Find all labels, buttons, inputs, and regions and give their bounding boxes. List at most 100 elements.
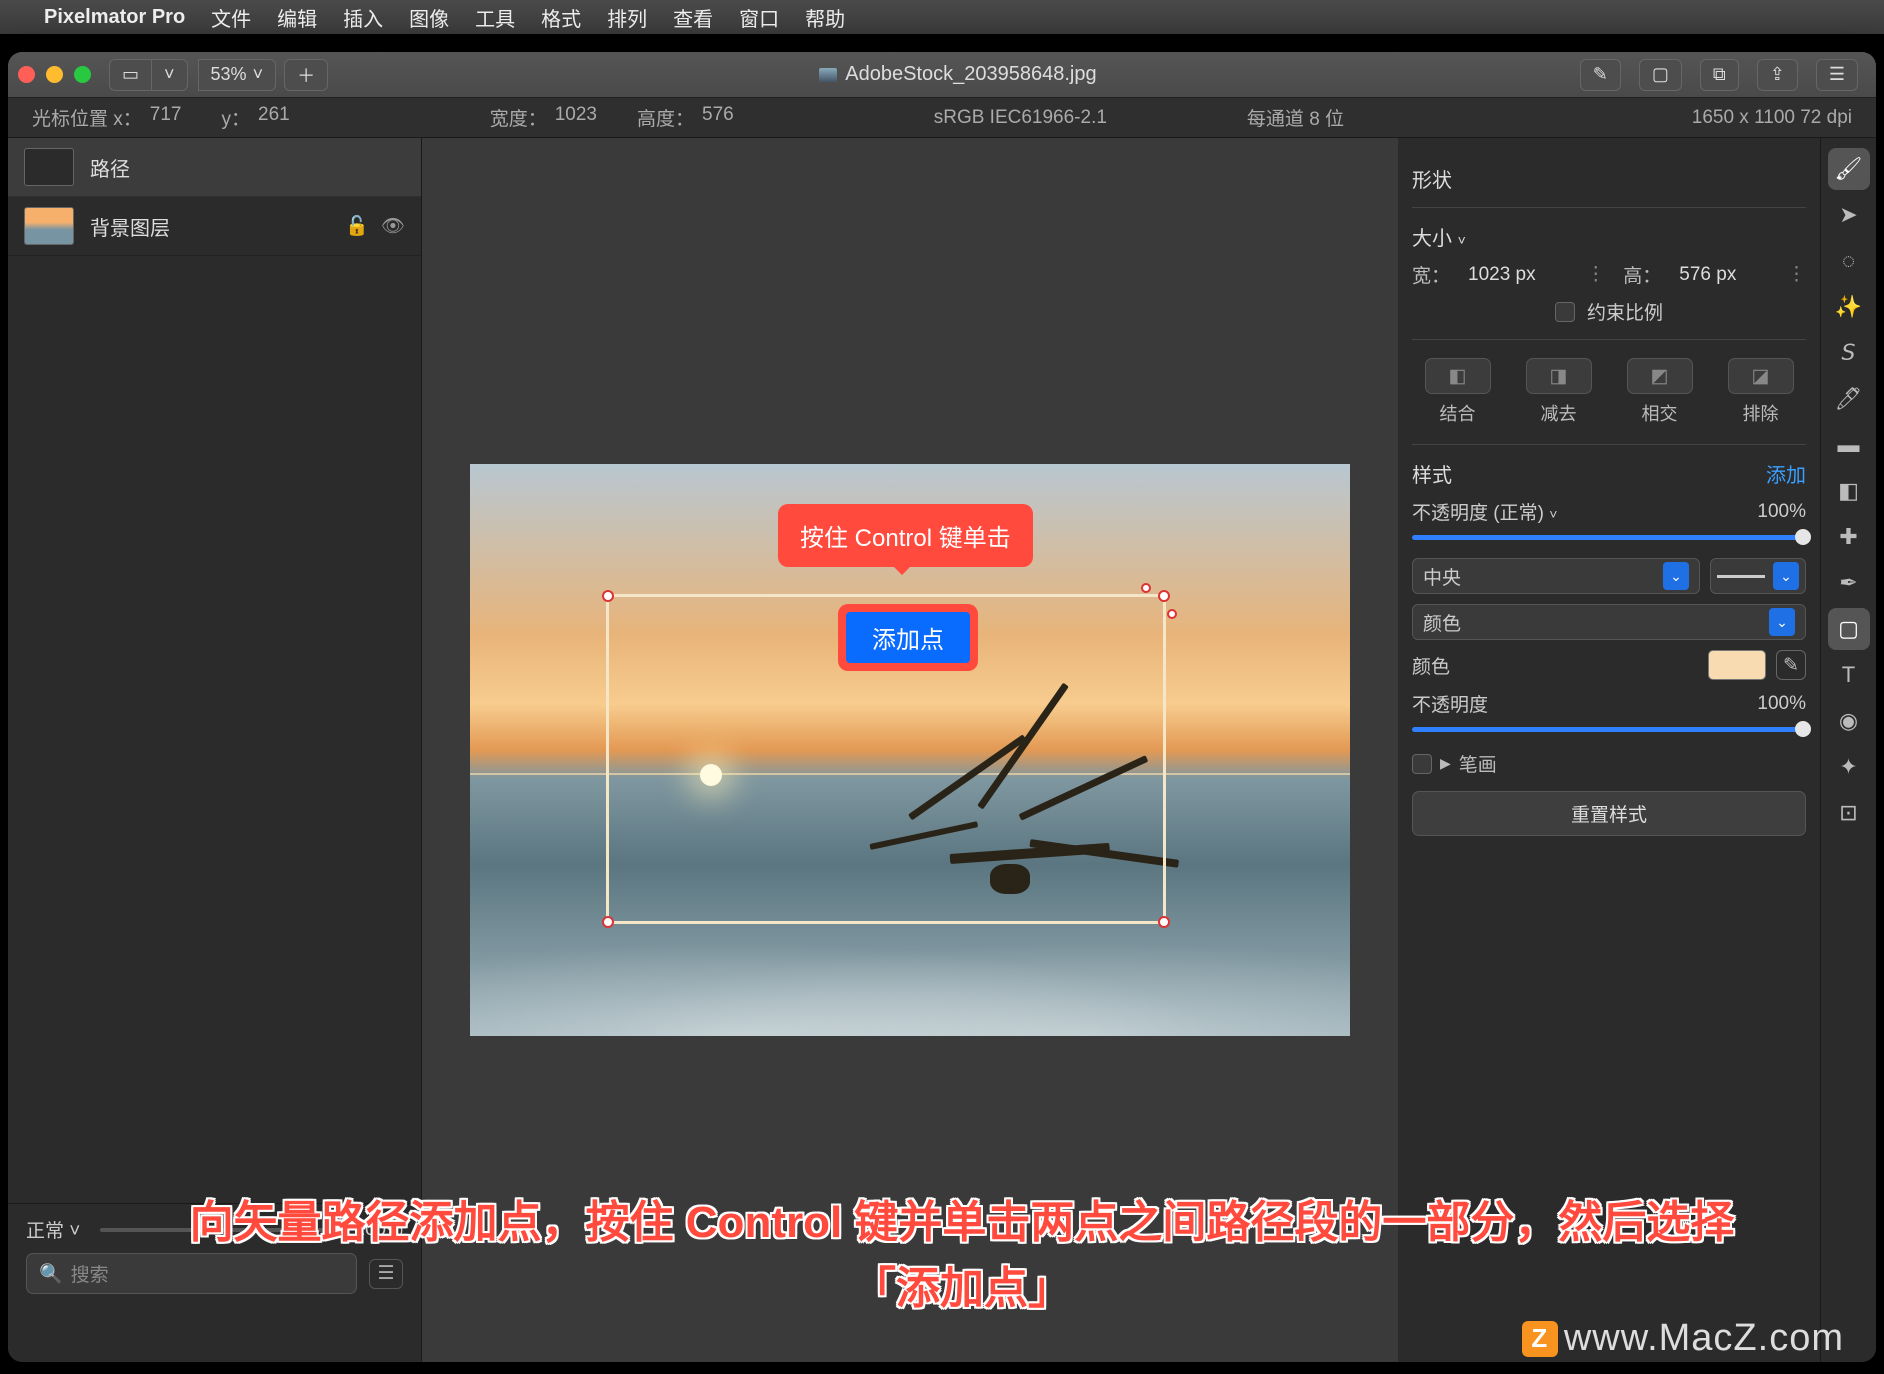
path-handle-tr-aux2[interactable] [1167,609,1177,619]
layer-background[interactable]: 背景图层 🔓 👁 [8,197,421,256]
bandage-icon: ✚ [1839,524,1857,550]
subtract-button[interactable]: ◨ [1526,358,1592,394]
erase-tool[interactable]: ◧ [1828,470,1870,512]
layer-name: 路径 [90,153,405,182]
reset-style-button[interactable]: 重置样式 [1412,791,1806,836]
adjustments-button[interactable]: ☰ [1816,59,1858,91]
visible-icon[interactable]: 👁 [381,214,405,238]
blend-mode-dropdown[interactable]: 正常 ˅ [26,1216,80,1243]
duplicate-button[interactable]: ⧉ [1700,59,1739,91]
lasso-icon: 𝘚 [1842,340,1856,366]
inspector-panel: 形状 大小 ˅ 宽： 1023 px ⋮ 高： 576 px ⋮ 约束比例 [1398,138,1820,1362]
paint-tool[interactable]: 🖊 [1828,378,1870,420]
sidebar-toggle-group: ▭ ˅ [109,59,188,91]
app-name[interactable]: Pixelmator Pro [44,6,185,29]
app-window: ▭ ˅ 53%˅ ＋ AdobeStock_203958648.jpg ✎ ▢ … [8,52,1876,1362]
zoom-dropdown[interactable]: 53%˅ [198,59,277,91]
arrange-tool[interactable]: ➤ [1828,194,1870,236]
watermark: Z www.MacZ.com [1522,1317,1844,1360]
repair-tool[interactable]: ✚ [1828,516,1870,558]
stroke-align-dropdown[interactable]: 中央⌄ [1412,558,1700,594]
opacity-slider[interactable] [1412,535,1806,540]
path-handle-tr[interactable] [1158,590,1170,602]
chevron-updown-icon: ⌄ [1769,608,1795,636]
width-input[interactable]: 1023 px [1468,264,1536,286]
eraser-icon: ◧ [1838,478,1859,504]
plus-icon: ＋ [297,62,315,88]
height-input[interactable]: 576 px [1679,264,1736,286]
crop-tool[interactable]: ⊡ [1828,792,1870,834]
sidebar-toggle-button[interactable]: ▭ [109,59,151,91]
size-header[interactable]: 大小 ˅ [1412,222,1466,251]
fill-type-dropdown[interactable]: 颜色⌄ [1412,604,1806,640]
titlebar: ▭ ˅ 53%˅ ＋ AdobeStock_203958648.jpg ✎ ▢ … [8,52,1876,98]
menu-image[interactable]: 图像 [409,3,449,32]
path-handle-tl[interactable] [602,590,614,602]
pen-tool[interactable]: ✒ [1828,562,1870,604]
layer-thumbnail [24,148,74,186]
close-window-button[interactable] [18,66,35,83]
magic-tool[interactable]: ✨ [1828,286,1870,328]
menu-tools[interactable]: 工具 [475,3,515,32]
color-swatch[interactable] [1708,650,1766,680]
bitdepth-value: 每通道 8 位 [1247,104,1344,131]
marquee-tool[interactable]: ◌ [1828,240,1870,282]
opacity2-label: 不透明度 [1412,690,1488,717]
stroke-style-dropdown[interactable]: ⌄ [1710,558,1806,594]
eyedropper-button[interactable]: ✎ [1776,650,1806,680]
minimize-window-button[interactable] [46,66,63,83]
effects-tool[interactable]: ✦ [1828,746,1870,788]
menu-format[interactable]: 格式 [541,3,581,32]
type-tool[interactable]: T [1828,654,1870,696]
shape-tool[interactable]: ▢ [1828,608,1870,650]
color-adjust-tool[interactable]: ◉ [1828,700,1870,742]
sparkle-icon: ✨ [1835,294,1862,320]
cursor-icon: ➤ [1839,202,1857,228]
height-stepper[interactable]: ⋮ [1787,263,1806,286]
canvas-area[interactable]: 按住 Control 键单击 添加点 [422,138,1398,1362]
width-value: 1023 [555,104,597,131]
fullscreen-window-button[interactable] [74,66,91,83]
square-icon: ▬ [1838,432,1860,458]
width-stepper[interactable]: ⋮ [1586,263,1605,286]
opacity2-slider[interactable] [1412,727,1806,732]
ml-enhance-button[interactable]: ✎ [1580,59,1621,91]
path-handle-br[interactable] [1158,916,1170,928]
menu-help[interactable]: 帮助 [805,3,845,32]
menu-arrange[interactable]: 排列 [607,3,647,32]
constrain-checkbox[interactable] [1555,302,1575,322]
sidebar-dropdown-button[interactable]: ˅ [151,59,188,91]
exclude-button[interactable]: ◪ [1728,358,1794,394]
layer-path[interactable]: 路径 [8,138,421,197]
add-style-link[interactable]: 添加 [1766,459,1806,488]
crop-icon: ⊡ [1839,800,1857,826]
stroke-checkbox[interactable] [1412,754,1432,774]
crop-icon: ▢ [1652,64,1669,85]
opacity-dropdown[interactable]: 不透明度 (正常) ˅ [1412,498,1557,525]
combine-button[interactable]: ◧ [1425,358,1491,394]
canvas-info-value: 1650 x 1100 72 dpi [1692,107,1852,129]
fill-tool[interactable]: ▬ [1828,424,1870,466]
stroke-label: 笔画 [1459,750,1497,777]
share-button[interactable]: ⇪ [1757,59,1798,91]
menu-insert[interactable]: 插入 [343,3,383,32]
menu-window[interactable]: 窗口 [739,3,779,32]
add-button[interactable]: ＋ [284,59,328,91]
path-handle-bl[interactable] [602,916,614,928]
stroke-section-toggle[interactable]: ▶ 笔画 [1412,750,1806,777]
style-tool[interactable]: 🖌 [1828,148,1870,190]
chevron-updown-icon: ⌄ [1663,562,1689,590]
intersect-button[interactable]: ◩ [1627,358,1693,394]
style-label: 样式 [1412,459,1452,488]
unlock-icon[interactable]: 🔓 [345,214,369,238]
menu-view[interactable]: 查看 [673,3,713,32]
colorspace-value: sRGB IEC61966-2.1 [934,107,1107,129]
share-icon: ⇪ [1770,64,1785,85]
context-menu-add-point[interactable]: 添加点 [846,612,970,663]
lasso-tool[interactable]: 𝘚 [1828,332,1870,374]
crop-button[interactable]: ▢ [1639,59,1682,91]
brush-icon: 🖌 [1835,156,1863,182]
menu-edit[interactable]: 编辑 [277,3,317,32]
path-handle-tr-aux1[interactable] [1141,583,1151,593]
menu-file[interactable]: 文件 [211,3,251,32]
